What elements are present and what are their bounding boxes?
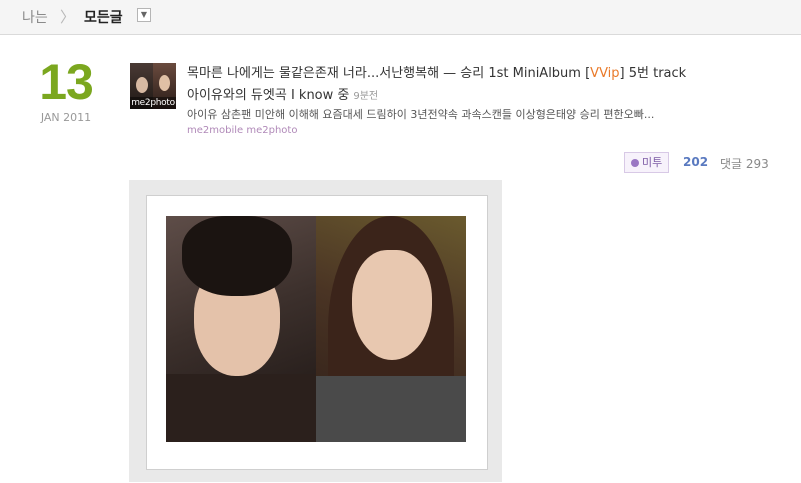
thumbnail-label: me2photo bbox=[130, 97, 176, 109]
me2-pin-icon bbox=[631, 159, 639, 167]
photo-right-coat bbox=[316, 376, 466, 442]
top-nav-bar: 나는 〉 모든글 ▼ bbox=[0, 0, 801, 35]
post-date-day: 13 bbox=[39, 54, 94, 110]
photo-left-hair bbox=[182, 216, 292, 296]
profile-thumbnail[interactable]: me2photo bbox=[130, 63, 176, 109]
me2-button-label: 미투 bbox=[642, 156, 663, 169]
post-time-ago: 9분전 bbox=[353, 91, 379, 102]
thumbnail-face-right bbox=[159, 75, 170, 91]
post-title-text: 목마른 나에게는 물같은존재 너라...서난행복해 — 승리 1st MiniA… bbox=[187, 66, 591, 81]
breadcrumb-separator-icon: 〉 bbox=[60, 8, 76, 26]
attached-photo[interactable] bbox=[166, 216, 466, 442]
breadcrumb-current: 모든글 bbox=[84, 10, 123, 26]
comments-link[interactable]: 댓글 293 bbox=[720, 155, 769, 172]
post-title-tail: ] 5번 track bbox=[619, 66, 687, 81]
me2-count[interactable]: 202 bbox=[683, 155, 708, 169]
post-title-accent[interactable]: VVip bbox=[590, 66, 619, 81]
chevron-down-icon[interactable]: ▼ bbox=[137, 8, 151, 22]
post-date-month-year: JAN 2011 bbox=[40, 111, 92, 124]
post-title-line2: 아이유와의 듀엣곡 I know 중 9분전 bbox=[187, 84, 378, 103]
post-title-line2-text: 아이유와의 듀엣곡 I know 중 bbox=[187, 88, 350, 103]
me2-button[interactable]: 미투 bbox=[624, 152, 670, 173]
photo-right-face bbox=[352, 250, 432, 360]
post-title-line1: 목마른 나에게는 물같은존재 너라...서난행복해 — 승리 1st MiniA… bbox=[187, 62, 686, 81]
photo-left-portrait bbox=[166, 216, 316, 442]
breadcrumb-root[interactable]: 나는 bbox=[22, 7, 48, 27]
post-tags: 아이유 삼촌팬 미안해 이해해 요즘대세 드림하이 3년전약속 과속스캔들 이상… bbox=[187, 108, 655, 121]
photo-right-portrait bbox=[316, 216, 466, 442]
photo-left-coat bbox=[166, 374, 316, 442]
thumbnail-face-left bbox=[136, 77, 148, 93]
post-source-link[interactable]: me2mobile me2photo bbox=[187, 125, 297, 136]
